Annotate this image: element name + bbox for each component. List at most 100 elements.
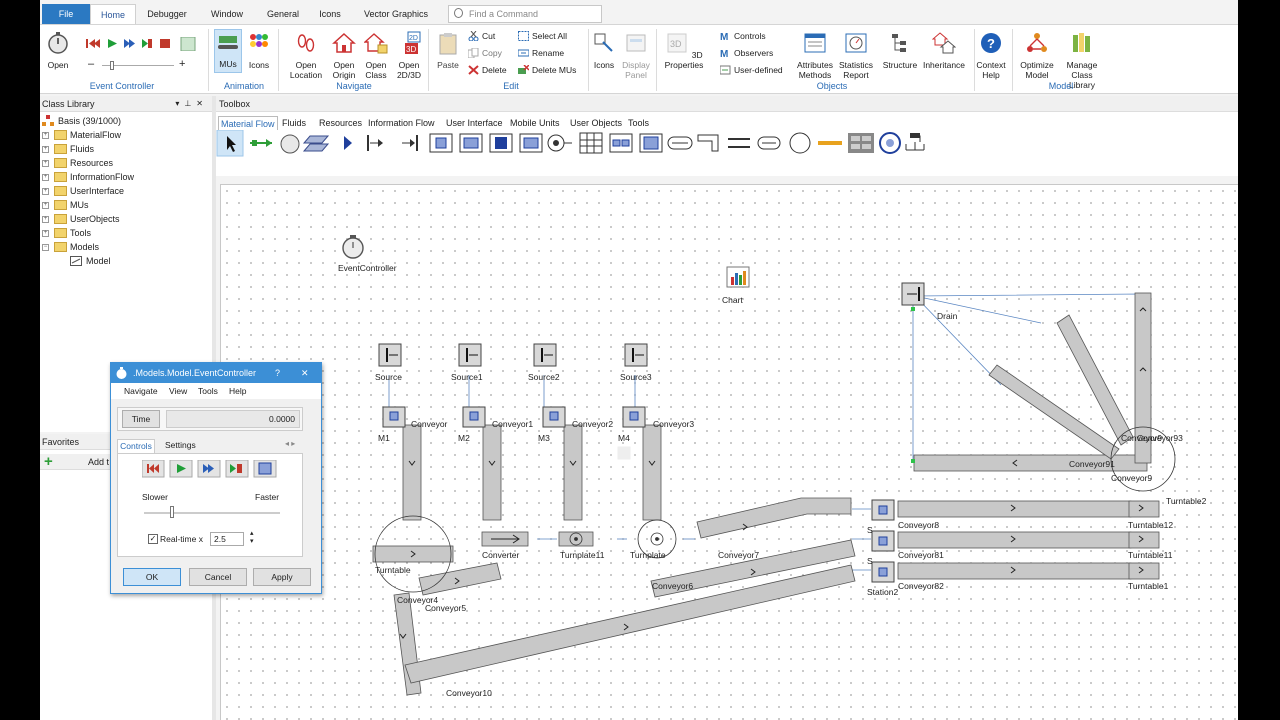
open-button[interactable]: Open — [46, 31, 70, 70]
mus-label: MUs — [219, 59, 237, 69]
toolbox-tab-tools[interactable]: Tools — [628, 116, 649, 130]
tab-vector-graphics[interactable]: Vector Graphics — [358, 4, 434, 24]
slider-thumb[interactable] — [170, 506, 174, 518]
copy-button[interactable]: Copy — [468, 45, 502, 61]
ok-button[interactable]: OK — [123, 568, 181, 586]
spinner-arrows-icon[interactable]: ▴ ▾ — [250, 530, 254, 546]
controls-button[interactable]: M Controls — [720, 28, 766, 44]
tree-item-informationflow[interactable]: + InformationFlow — [42, 170, 134, 184]
rename-button[interactable]: Rename — [518, 45, 564, 61]
menu-view[interactable]: View — [169, 383, 187, 399]
tree-item-mus[interactable]: + MUs — [42, 198, 89, 212]
open-2d3d-button[interactable]: 2D 3D Open 2D/3D — [394, 31, 424, 80]
dialog-playback-controls-icon[interactable] — [142, 460, 286, 478]
dialog-titlebar[interactable]: .Models.Model.EventController ? ✕ — [111, 363, 321, 383]
toolbox-tab-resources[interactable]: Resources — [319, 116, 362, 130]
icons-button[interactable]: Icons — [592, 31, 616, 70]
select-all-button[interactable]: Select All — [518, 28, 567, 44]
open-location-button[interactable]: Open Location — [284, 31, 328, 80]
svg-text:3D: 3D — [406, 45, 416, 54]
tree-item-resources[interactable]: + Resources — [42, 156, 113, 170]
playback-controls-icon[interactable] — [86, 37, 196, 51]
tree-item-materialflow[interactable]: + MaterialFlow — [42, 128, 121, 142]
collapse-icon[interactable]: − — [42, 244, 49, 251]
tree-item-userobjects[interactable]: + UserObjects — [42, 212, 120, 226]
event-controller-icon[interactable] — [342, 235, 364, 259]
tree-item-userinterface[interactable]: + UserInterface — [42, 184, 124, 198]
tree-item-fluids[interactable]: + Fluids — [42, 142, 94, 156]
menu-navigate[interactable]: Navigate — [124, 383, 158, 399]
dialog-speed-slider[interactable] — [144, 506, 280, 520]
tab-home[interactable]: Home — [90, 4, 136, 24]
tab-general[interactable]: General — [260, 4, 306, 24]
find-command-input[interactable]: Find a Command — [448, 5, 602, 23]
expand-icon[interactable]: + — [42, 230, 49, 237]
paste-button[interactable]: Paste — [436, 31, 460, 70]
attributes-methods-button[interactable]: Attributes Methods — [794, 31, 836, 80]
3d-properties-button[interactable]: 3D 3D Properties — [662, 31, 706, 70]
tree-item-models[interactable]: − Models — [42, 240, 99, 254]
statistics-report-button[interactable]: Statistics Report — [838, 31, 874, 80]
context-help-label: Context Help — [976, 60, 1006, 80]
tab-settings[interactable]: Settings — [165, 440, 196, 450]
time-button[interactable]: Time — [122, 410, 160, 428]
panel-controls-icon[interactable]: ▾⊥✕ — [175, 96, 208, 112]
open-location-label: Open Location — [289, 60, 323, 80]
tab-debugger[interactable]: Debugger — [140, 4, 194, 24]
folder-open-icon — [54, 242, 67, 252]
event-controller-dialog: .Models.Model.EventController ? ✕ Naviga… — [110, 362, 322, 594]
tree-item-model[interactable]: Model — [70, 254, 111, 268]
context-help-button[interactable]: ? Context Help — [976, 31, 1006, 80]
toolbox-tab-user-interface[interactable]: User Interface — [446, 116, 503, 130]
delete-mus-button[interactable]: Delete MUs — [518, 62, 576, 78]
mus-animation-button[interactable]: MUs — [214, 29, 242, 73]
menu-help[interactable]: Help — [229, 383, 246, 399]
tab-window[interactable]: Window — [202, 4, 252, 24]
observers-button[interactable]: M Observers — [720, 45, 773, 61]
tab-controls[interactable]: Controls — [117, 439, 155, 453]
connector-lines — [388, 293, 1140, 571]
menu-tools[interactable]: Tools — [198, 383, 218, 399]
expand-icon[interactable]: + — [42, 174, 49, 181]
realtime-factor-input[interactable]: 2.5 — [210, 532, 244, 546]
model-canvas[interactable]: EventController Chart Drain Source Sourc… — [220, 184, 1238, 720]
expand-icon[interactable]: + — [42, 216, 49, 223]
open-class-button[interactable]: Open Class — [362, 31, 390, 80]
expand-icon[interactable]: + — [42, 160, 49, 167]
cut-button[interactable]: Cut — [468, 28, 495, 44]
expand-icon[interactable]: + — [42, 146, 49, 153]
add-favorite-label: Add t — [88, 457, 110, 467]
dialog-help-button[interactable]: ? — [275, 363, 280, 383]
tab-scroll-arrows-icon[interactable]: ◂ ▸ — [285, 439, 295, 448]
tab-file[interactable]: File — [42, 4, 90, 24]
tree-item-tools[interactable]: + Tools — [42, 226, 91, 240]
display-panel-button[interactable]: Display Panel — [620, 31, 652, 80]
structure-button[interactable]: Structure — [880, 31, 920, 70]
apply-button[interactable]: Apply — [253, 568, 311, 586]
chart-icon[interactable] — [726, 266, 750, 288]
user-defined-button[interactable]: User-defined — [720, 62, 783, 78]
label-conveyor8: Conveyor8 — [898, 520, 940, 530]
speed-slider[interactable]: – + — [88, 58, 188, 71]
expand-icon[interactable]: + — [42, 132, 49, 139]
delete-button[interactable]: Delete — [468, 62, 507, 78]
optimize-model-button[interactable]: Optimize Model — [1016, 31, 1058, 80]
expand-icon[interactable]: + — [42, 202, 49, 209]
tree-label: UserObjects — [70, 214, 120, 224]
toolbox-tab-user-objects[interactable]: User Objects — [570, 116, 622, 130]
tree-item-basis[interactable]: Basis (39/1000) — [42, 114, 121, 128]
toolbox-tab-material-flow[interactable]: Material Flow — [218, 116, 278, 130]
inheritance-button[interactable]: Inheritance — [920, 31, 968, 70]
tab-icons[interactable]: Icons — [312, 4, 348, 24]
toolbox-tab-fluids[interactable]: Fluids — [282, 116, 306, 130]
toolbox-tab-information-flow[interactable]: Information Flow — [368, 116, 435, 130]
toolbox-object-icons[interactable] — [216, 130, 1238, 158]
dialog-close-button[interactable]: ✕ — [301, 363, 309, 383]
open-origin-button[interactable]: Open Origin — [330, 31, 358, 80]
realtime-checkbox[interactable]: ✓ — [148, 534, 158, 544]
toolbox-tab-mobile-units[interactable]: Mobile Units — [510, 116, 560, 130]
icons-animation-button[interactable]: Icons — [246, 31, 272, 70]
expand-icon[interactable]: + — [42, 188, 49, 195]
inheritance-house-icon — [931, 32, 957, 54]
cancel-button[interactable]: Cancel — [189, 568, 247, 586]
